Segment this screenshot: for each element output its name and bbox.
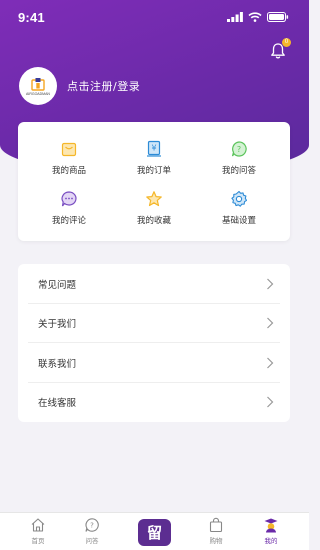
question-icon: ? [85, 518, 99, 532]
notification-button[interactable]: 0 [268, 38, 291, 62]
menu-item-contact[interactable]: 联系我们 [18, 343, 290, 383]
menu-label: 常见问题 [38, 279, 77, 291]
wifi-icon [248, 12, 262, 22]
battery-icon [267, 12, 289, 22]
tab-home[interactable]: 首页 [18, 517, 58, 545]
svg-text:?: ? [90, 522, 94, 530]
tab-label: 购物 [209, 537, 223, 545]
tab-qa[interactable]: ? 问答 [72, 517, 112, 545]
grid-label: 我的问答 [221, 166, 256, 176]
avatar-logo-text: AIRGOADMAN [26, 91, 50, 96]
menu-list: 常见问题 关于我们 联系我们 在线客服 [18, 264, 290, 422]
svg-text:¥: ¥ [151, 144, 156, 153]
grid-item-favorites[interactable]: 我的收藏 [119, 190, 189, 226]
signal-icon [227, 12, 243, 22]
grid-item-settings[interactable]: 基础设置 [204, 190, 274, 226]
grid-label: 我的订单 [136, 166, 171, 176]
chevron-right-icon [267, 396, 274, 408]
menu-label: 联系我们 [38, 358, 77, 370]
status-bar: 9:41 [0, 0, 309, 34]
tab-label: 首页 [31, 537, 45, 545]
menu-label: 关于我们 [38, 319, 77, 331]
chevron-right-icon [267, 357, 274, 369]
login-link[interactable]: 点击注册/登录 [67, 78, 140, 94]
profile-row[interactable]: AIRGOADMAN 点击注册/登录 [19, 67, 140, 105]
grid-label: 我的收藏 [136, 216, 171, 226]
grid-item-products[interactable]: 我的商品 [34, 140, 104, 176]
menu-item-online-service[interactable]: 在线客服 [18, 383, 290, 423]
tab-label: 我的 [264, 537, 278, 545]
chevron-right-icon [267, 278, 274, 290]
shopping-bag-icon [209, 517, 223, 533]
avatar[interactable]: AIRGOADMAN [19, 67, 57, 105]
menu-item-faq[interactable]: 常见问题 [18, 264, 290, 304]
graduate-avatar-icon [264, 518, 278, 533]
notification-badge: 0 [282, 38, 291, 47]
question-bubble-icon: ? [231, 141, 247, 157]
grid-label: 我的评论 [51, 216, 86, 226]
status-time: 9:41 [18, 9, 45, 25]
shortcut-grid: 我的商品 ¥ 我的订单 ? 我的问答 我的评论 我的收藏 基础设置 [18, 122, 290, 241]
grid-item-qa[interactable]: ? 我的问答 [204, 140, 274, 176]
chevron-right-icon [267, 317, 274, 329]
status-icons [227, 12, 289, 22]
grid-item-comments[interactable]: 我的评论 [34, 190, 104, 226]
brand-logo-icon [31, 77, 45, 91]
star-icon [146, 191, 162, 207]
tab-shop[interactable]: 购物 [196, 517, 236, 545]
grid-label: 基础设置 [221, 216, 256, 226]
tab-mine[interactable]: 我的 [251, 517, 291, 545]
menu-item-about[interactable]: 关于我们 [18, 304, 290, 343]
grid-item-orders[interactable]: ¥ 我的订单 [119, 140, 189, 176]
menu-label: 在线客服 [38, 398, 77, 410]
receipt-icon: ¥ [147, 140, 161, 157]
svg-text:?: ? [237, 145, 241, 154]
tab-center-leave[interactable]: 留 [138, 519, 171, 546]
grid-label: 我的商品 [51, 166, 86, 176]
gear-icon [231, 190, 248, 207]
shopping-bag-icon [61, 142, 77, 157]
home-icon [31, 518, 45, 532]
tab-label: 问答 [85, 537, 99, 545]
comment-icon [61, 191, 77, 207]
